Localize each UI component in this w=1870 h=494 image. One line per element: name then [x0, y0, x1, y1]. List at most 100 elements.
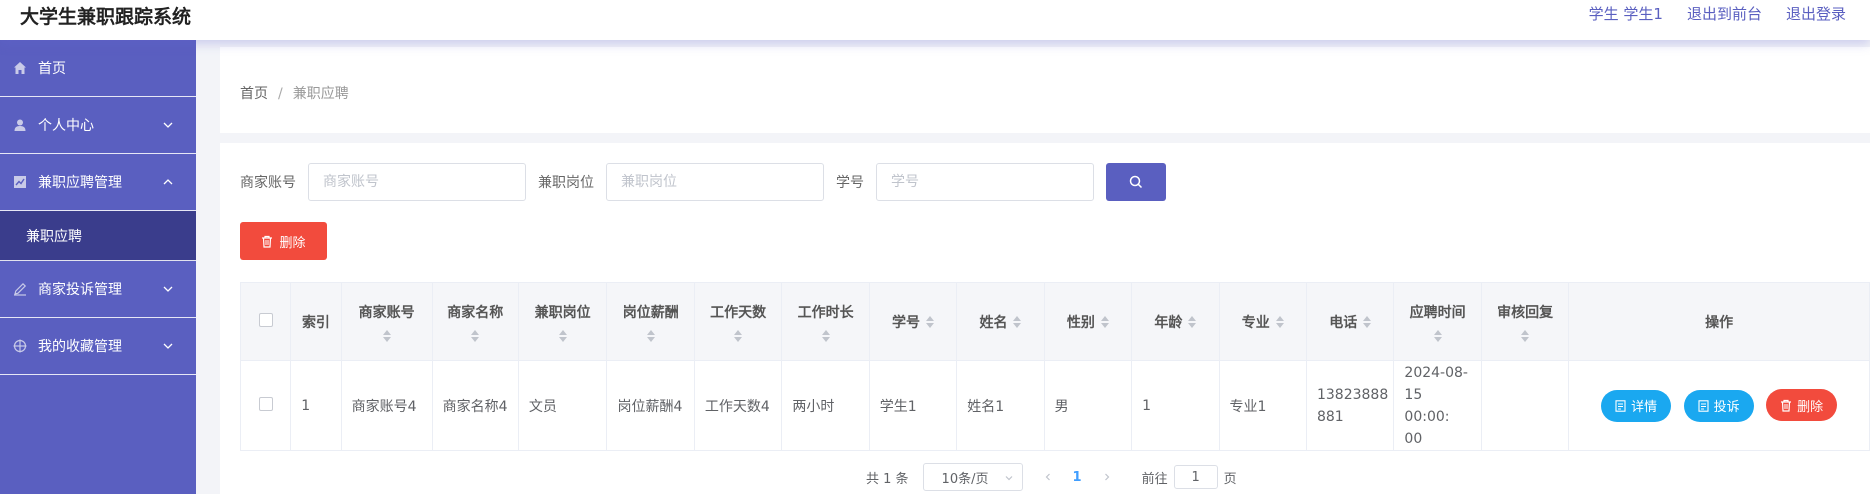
sort-icon[interactable] — [1521, 329, 1530, 342]
cell-actions: 详情 投诉 删除 — [1568, 360, 1870, 451]
complain-button[interactable]: 投诉 — [1683, 389, 1754, 422]
detail-button[interactable]: 详情 — [1601, 389, 1672, 422]
header-name[interactable]: 姓名 — [956, 282, 1045, 361]
sort-icon[interactable] — [1275, 315, 1284, 328]
logout-link[interactable]: 退出登录 — [1786, 3, 1846, 24]
page-size-select[interactable]: 10条/页 — [922, 463, 1023, 491]
page-suffix: 页 — [1223, 471, 1237, 487]
header-work-hours[interactable]: 工作时长 — [781, 282, 870, 361]
header-work-days[interactable]: 工作天数 — [693, 282, 783, 361]
header-merchant-name[interactable]: 商家名称 — [431, 282, 519, 361]
sort-icon[interactable] — [382, 329, 391, 342]
cell-apply-time: 2024-08- 15 00:00: 00 — [1393, 360, 1482, 451]
header-merchant-account[interactable]: 商家账号 — [340, 282, 433, 361]
trash-icon — [262, 235, 273, 248]
header-phone[interactable]: 电话 — [1305, 282, 1395, 361]
breadcrumb-home[interactable]: 首页 — [240, 86, 268, 102]
prev-page-icon[interactable] — [1043, 472, 1053, 482]
sort-icon[interactable] — [1100, 315, 1109, 328]
page-jumper: 前往 1 页 — [1142, 465, 1237, 489]
user-icon — [12, 117, 28, 133]
header-gender[interactable]: 性别 — [1043, 282, 1133, 361]
main-panel: 商家账号 兼职岗位 学号 删除 索引 商家账号 商家名称 兼职岗位 岗位薪酬 工… — [220, 143, 1870, 494]
sort-icon[interactable] — [471, 329, 480, 342]
sidebar-item-label: 个人中心 — [38, 118, 94, 134]
header-age[interactable]: 年龄 — [1131, 282, 1220, 361]
top-header: 大学生兼职跟踪系统 学生 学生1 退出到前台 退出登录 — [0, 0, 1870, 40]
select-all-checkbox[interactable] — [258, 312, 273, 327]
apply-time-line: 2024-08- — [1404, 364, 1468, 381]
target-icon — [12, 338, 28, 354]
cell-merchant-account: 商家账号4 — [340, 360, 433, 451]
sort-icon[interactable] — [734, 329, 743, 342]
sort-icon[interactable] — [646, 329, 655, 342]
sidebar-item-job-application-management[interactable]: 兼职应聘管理 — [0, 154, 196, 211]
cell-name: 姓名1 — [956, 360, 1045, 451]
goto-page-input[interactable]: 1 — [1173, 465, 1218, 489]
cell-gender: 男 — [1043, 360, 1133, 451]
sidebar-item-merchant-complaint-management[interactable]: 商家投诉管理 — [0, 261, 196, 318]
sort-icon[interactable] — [1188, 315, 1197, 328]
trash-icon — [1781, 399, 1792, 412]
header-student-id[interactable]: 学号 — [868, 282, 958, 361]
job-position-input[interactable] — [606, 163, 824, 201]
current-page[interactable]: 1 — [1073, 470, 1082, 485]
app-title: 大学生兼职跟踪系统 — [20, 6, 192, 28]
job-application-table: 索引 商家账号 商家名称 兼职岗位 岗位薪酬 工作天数 工作时长 学号 姓名 性… — [239, 282, 1870, 451]
cell-student-id: 学生1 — [868, 360, 958, 451]
header-job-position[interactable]: 兼职岗位 — [517, 282, 608, 361]
sort-icon[interactable] — [1013, 315, 1022, 328]
current-user-link[interactable]: 学生 学生1 — [1589, 3, 1663, 24]
sidebar-item-personal-center[interactable]: 个人中心 — [0, 97, 196, 154]
pagination: 共 1 条 10条/页 1 前往 1 页 — [866, 463, 1237, 491]
batch-delete-button[interactable]: 删除 — [240, 222, 327, 260]
home-icon — [12, 60, 28, 76]
header-salary[interactable]: 岗位薪酬 — [606, 282, 695, 361]
row-delete-button[interactable]: 删除 — [1766, 389, 1838, 422]
document-icon — [1698, 400, 1709, 412]
sort-icon[interactable] — [1433, 329, 1442, 342]
sidebar-item-label: 商家投诉管理 — [38, 282, 122, 298]
sidebar-item-my-favorites-management[interactable]: 我的收藏管理 — [0, 318, 196, 375]
search-button[interactable] — [1106, 163, 1166, 201]
cell-merchant-name: 商家名称4 — [431, 360, 519, 451]
chevron-up-icon — [163, 179, 173, 185]
sort-icon[interactable] — [821, 329, 830, 342]
cell-review-reply — [1480, 360, 1570, 451]
sidebar-item-home[interactable]: 首页 — [0, 40, 196, 97]
cell-age: 1 — [1131, 360, 1220, 451]
phone-line: 13823888 — [1316, 386, 1389, 403]
back-to-front-link[interactable]: 退出到前台 — [1687, 3, 1762, 24]
search-icon — [1129, 175, 1143, 189]
sort-icon[interactable] — [926, 315, 935, 328]
cell-index: 1 — [290, 360, 342, 451]
student-id-input[interactable] — [876, 163, 1094, 201]
document-icon — [1615, 400, 1626, 412]
merchant-account-label: 商家账号 — [240, 175, 296, 191]
cell-work-days: 工作天数4 — [693, 360, 783, 451]
sidebar-item-label: 首页 — [38, 61, 66, 77]
breadcrumb-separator: / — [278, 86, 283, 102]
goto-label: 前往 — [1141, 471, 1168, 487]
header-review-reply[interactable]: 审核回复 — [1480, 282, 1570, 361]
next-page-icon[interactable] — [1102, 472, 1112, 482]
merchant-account-input[interactable] — [308, 163, 526, 201]
header-major[interactable]: 专业 — [1218, 282, 1307, 361]
breadcrumb: 首页 / 兼职应聘 — [240, 83, 349, 103]
sidebar-subitem-job-application[interactable]: 兼职应聘 — [0, 211, 196, 261]
header-apply-time[interactable]: 应聘时间 — [1393, 282, 1482, 361]
select-all-cell — [239, 282, 292, 361]
job-position-label: 兼职岗位 — [538, 175, 594, 191]
chart-icon — [12, 174, 28, 190]
row-checkbox[interactable] — [258, 396, 273, 411]
pagination-total: 共 1 条 — [866, 471, 909, 487]
breadcrumb-current: 兼职应聘 — [292, 86, 349, 102]
cell-work-hours: 两小时 — [781, 360, 870, 451]
apply-time-line: 15 00:00: — [1404, 386, 1450, 425]
cell-phone: 13823888 881 — [1305, 360, 1395, 451]
header-links: 学生 学生1 退出到前台 退出登录 — [1589, 3, 1870, 24]
sort-icon[interactable] — [1363, 315, 1372, 328]
batch-delete-label: 删除 — [279, 235, 306, 251]
header-index: 索引 — [290, 282, 342, 361]
sort-icon[interactable] — [558, 329, 567, 342]
